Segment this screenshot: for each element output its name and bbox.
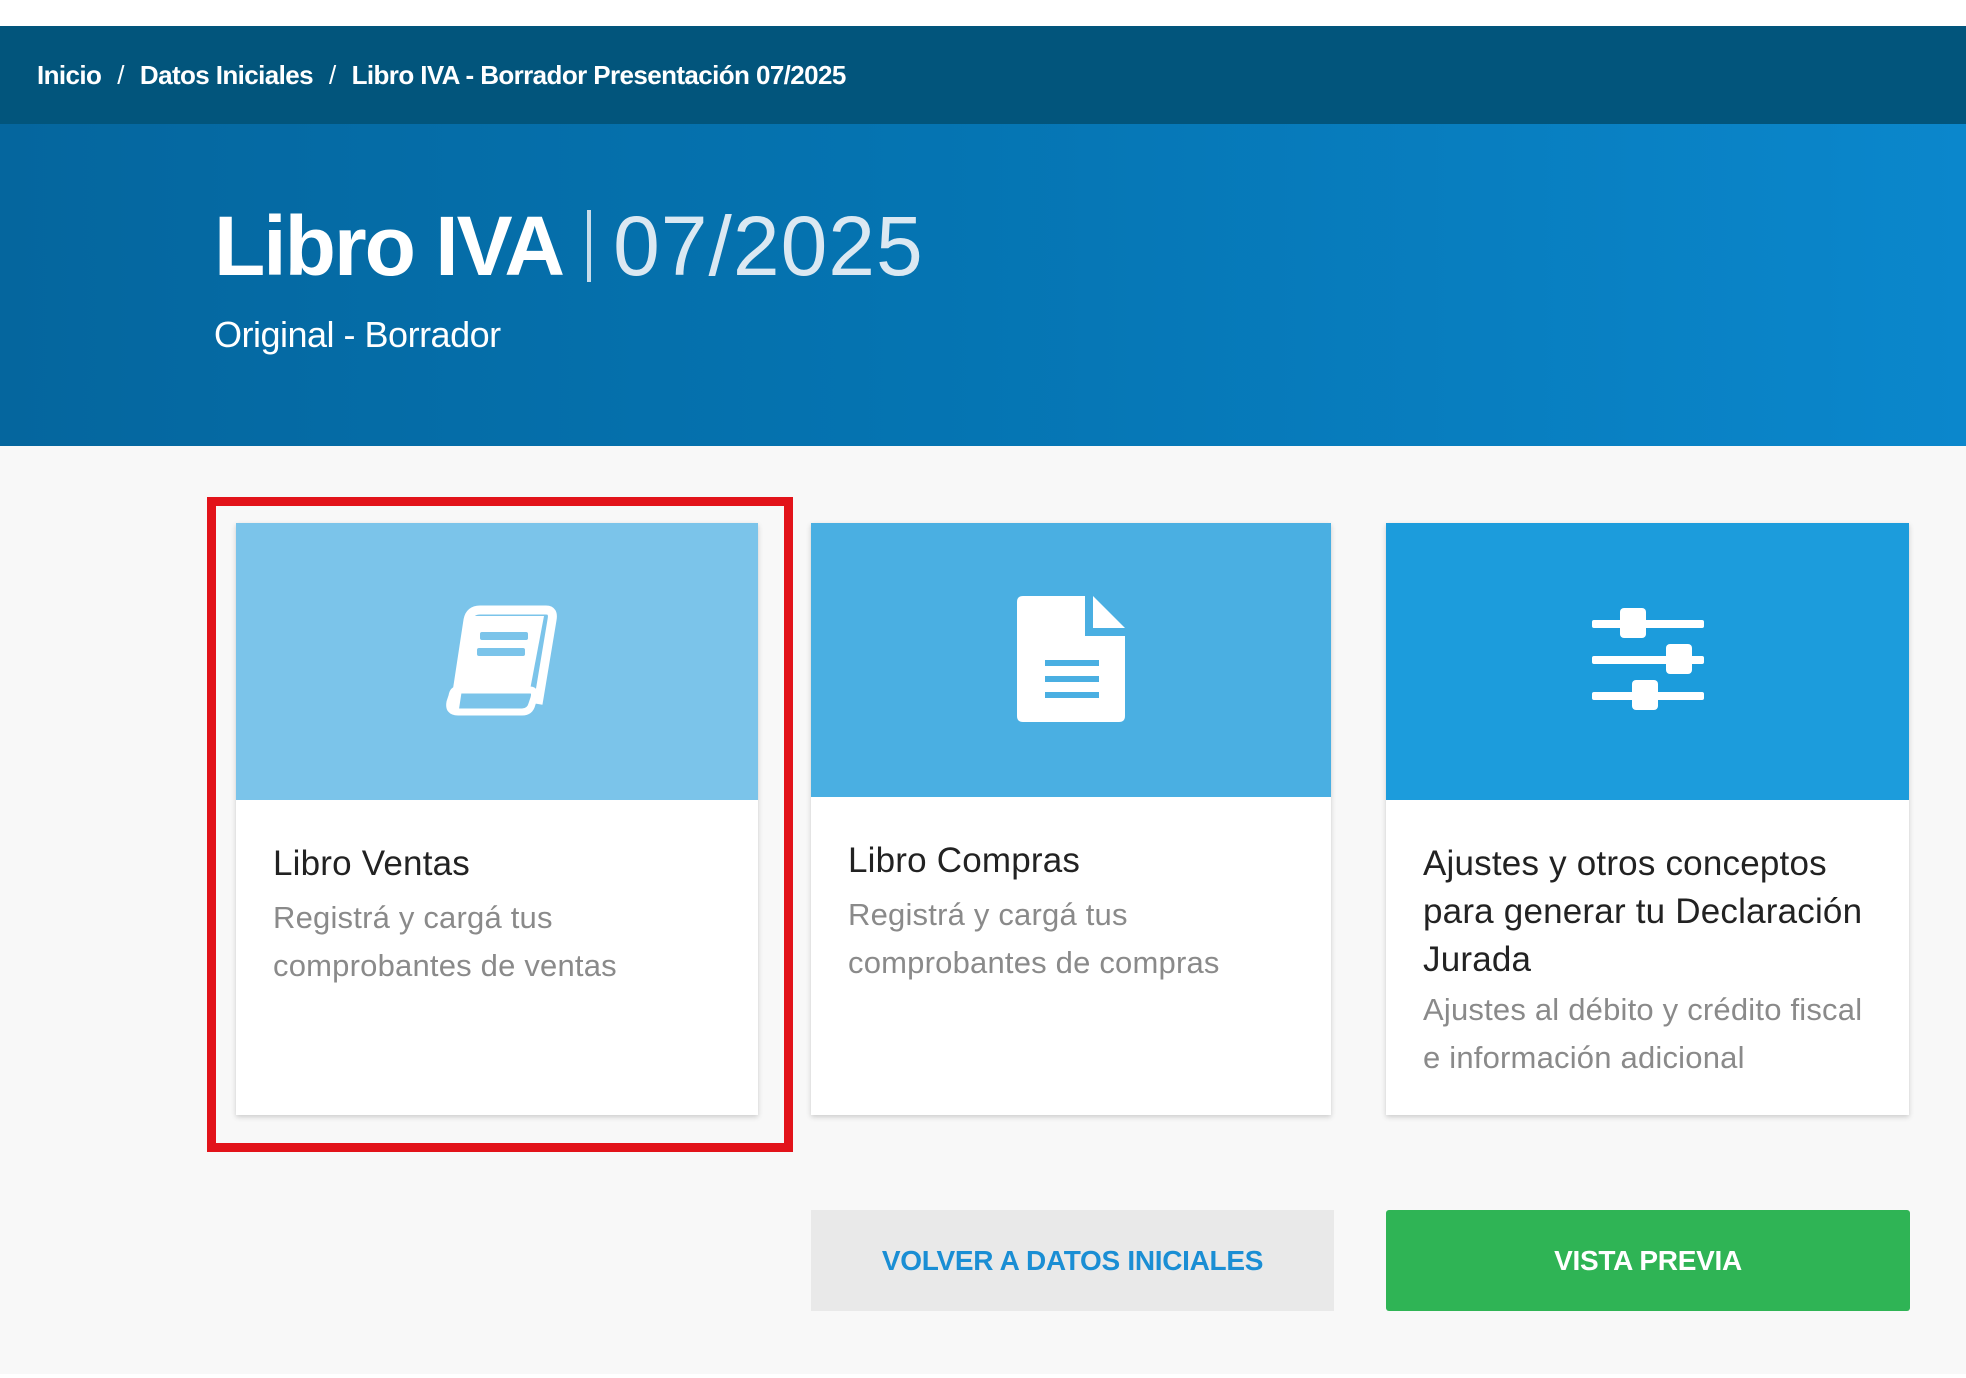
vista-previa-button[interactable]: VISTA PREVIA [1386,1210,1910,1311]
card-libro-ventas[interactable]: Libro Ventas Registrá y cargá tus compro… [236,523,758,1115]
card-libro-ventas-header [236,523,758,800]
card-description: Registrá y cargá tus comprobantes de ven… [273,900,617,983]
card-description: Registrá y cargá tus comprobantes de com… [848,897,1220,980]
breadcrumb-separator: / [117,59,124,90]
breadcrumb-datos-iniciales[interactable]: Datos Iniciales [140,60,314,91]
card-title: Libro Compras [848,841,1081,880]
top-strip [0,0,1966,26]
page-period: 07/2025 [613,198,924,293]
page-subtitle: Original - Borrador [214,314,501,355]
breadcrumb-separator: / [329,59,336,90]
card-ajustes-header [1386,523,1909,800]
card-title: Ajustes y otros conceptos para generar t… [1423,844,1863,979]
breadcrumb: Inicio / Datos Iniciales / Libro IVA - B… [0,26,1966,124]
document-icon [1013,592,1129,729]
breadcrumb-current: Libro IVA - Borrador Presentación 07/202… [351,59,847,90]
sliders-icon [1590,606,1706,717]
page-title-text: Libro IVA [214,198,565,293]
volver-datos-iniciales-button[interactable]: VOLVER A DATOS INICIALES [811,1210,1334,1311]
page-header: Libro IVA 07/2025 Original - Borrador [0,124,1966,446]
page-title: Libro IVA 07/2025 [214,198,924,294]
card-ajustes[interactable]: Ajustes y otros conceptos para generar t… [1386,523,1909,1115]
breadcrumb-inicio[interactable]: Inicio [37,60,102,91]
card-libro-compras[interactable]: Libro Compras Registrá y cargá tus compr… [811,523,1331,1115]
card-ajustes-body: Ajustes y otros conceptos para generar t… [1386,800,1909,1082]
book-icon [432,594,562,729]
card-libro-compras-body: Libro Compras Registrá y cargá tus compr… [811,797,1331,987]
title-divider [587,210,592,282]
card-title: Libro Ventas [273,844,470,883]
bottom-strip [0,1374,1966,1378]
card-libro-compras-header [811,523,1331,797]
card-description: Ajustes al débito y crédito fiscal e inf… [1423,992,1863,1075]
card-libro-ventas-body: Libro Ventas Registrá y cargá tus compro… [236,800,758,990]
